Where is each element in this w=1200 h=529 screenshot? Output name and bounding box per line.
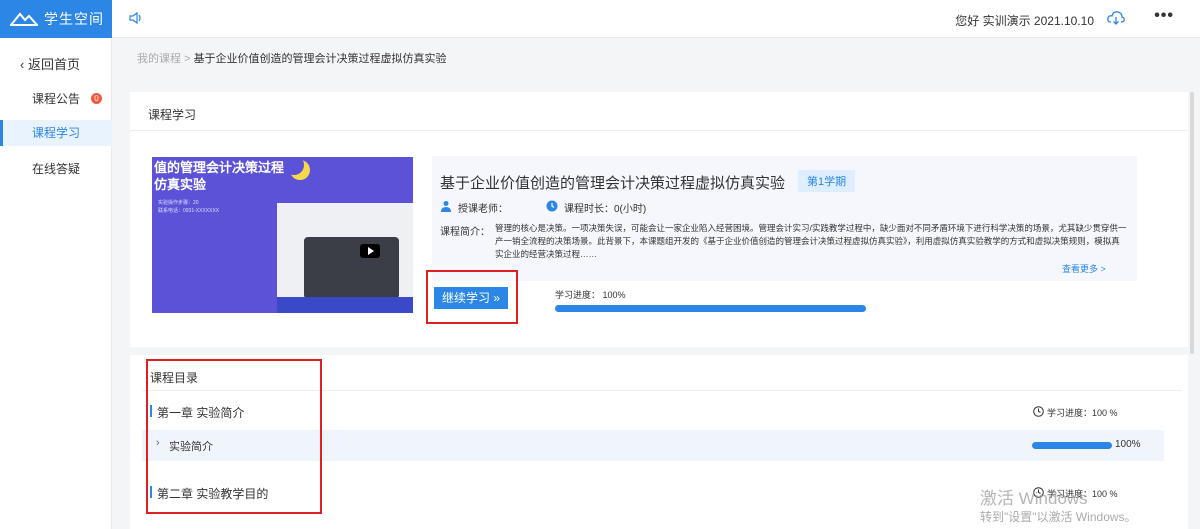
sidebar-item-online-qa[interactable]: 在线答疑 (0, 156, 112, 182)
highlight-frame: 继续学习 » (426, 270, 518, 324)
sidebar-item-label: 课程公告 (32, 92, 81, 106)
divider (130, 130, 1188, 131)
brand[interactable]: 学生空间 (0, 0, 112, 38)
cover-title: 值的管理会计决策过程 仿真实验 (154, 160, 285, 192)
progress-bar (555, 305, 866, 312)
cover-text: 实验操作步骤：20 联系电话：0931-XXXXXXX (158, 200, 220, 214)
sidebar-item-announcements[interactable]: 课程公告 0 (0, 86, 112, 112)
play-icon[interactable] (360, 244, 380, 258)
moon-icon (284, 157, 304, 175)
sidebar: ‹ 返回首页 课程公告 0 课程学习 在线答疑 (0, 38, 112, 529)
sidebar-item-course-study[interactable]: 课程学习 (0, 120, 112, 146)
speaker-icon[interactable] (128, 10, 144, 29)
activation-watermark-text: 转到"设置"以激活 Windows。 (980, 510, 1137, 524)
clock-icon (1033, 406, 1044, 419)
activation-watermark-title: 激活 Windows (980, 489, 1088, 508)
progress-label: 学习进度： 100% (555, 290, 626, 300)
progress-fill (555, 305, 866, 312)
course-info: 基于企业价值创造的管理会计决策过程虚拟仿真实验 第1学期 授课老师： 课程时长：… (432, 156, 1137, 281)
chevron-left-icon: ‹ (20, 57, 25, 72)
person-icon (440, 200, 452, 215)
sidebar-item-label: 在线答疑 (32, 162, 81, 176)
duration-label: 课程时长：0(小时) (564, 204, 647, 215)
app-name: 学生空间 (44, 11, 104, 27)
semester-badge: 第1学期 (798, 170, 856, 192)
cover-footer-band (277, 297, 413, 313)
chapter-progress: 学习进度：100 % (1033, 406, 1118, 419)
notification-badge: 0 (91, 93, 102, 104)
course-name: 基于企业价值创造的管理会计决策过程虚拟仿真实验 (440, 175, 786, 192)
course-meta: 授课老师： 课程时长：0(小时) (440, 200, 646, 215)
top-bar: 学生空间 您好 实训演示 2021.10.10 ••• (0, 0, 1200, 38)
cloud-download-icon[interactable] (1106, 8, 1126, 31)
more-icon[interactable]: ••• (1154, 7, 1174, 25)
breadcrumb-separator: > (184, 53, 191, 65)
continue-learning-button[interactable]: 继续学习 » (434, 287, 508, 309)
back-home-link[interactable]: ‹ 返回首页 (20, 54, 80, 73)
user-info: 您好 实训演示 2021.10.10 (955, 14, 1094, 28)
highlight-frame (146, 359, 322, 514)
intro-label: 课程简介： (440, 227, 490, 238)
mountain-logo-icon (8, 10, 40, 29)
course-cover-image[interactable]: 值的管理会计决策过程 仿真实验 实验操作步骤：20 联系电话：0931-XXXX… (152, 157, 413, 313)
section-title: 课程学习 (148, 108, 197, 122)
teacher-label: 授课老师： (458, 204, 508, 215)
section-progress-text: 100% (1115, 439, 1141, 450)
intro-text: 管理的核心是决策。一项决策失误，可能会让一家企业陷入经营困境。管理会计实习/实践… (495, 223, 1127, 259)
breadcrumb-my-courses[interactable]: 我的课程 (137, 53, 181, 65)
view-more-link[interactable]: 查看更多 > (1062, 262, 1106, 275)
course-card: 课程学习 值的管理会计决策过程 仿真实验 实验操作步骤：20 联系电话：0931… (130, 92, 1188, 347)
scrollbar[interactable] (1190, 92, 1194, 354)
clock-icon (546, 200, 558, 215)
calculator-illustration (304, 237, 399, 299)
breadcrumb-current: 基于企业价值创造的管理会计决策过程虚拟仿真实验 (193, 53, 447, 65)
back-home-label: 返回首页 (27, 57, 80, 72)
breadcrumb: 我的课程 > 基于企业价值创造的管理会计决策过程虚拟仿真实验 (137, 50, 447, 66)
section-progress-bar (1032, 442, 1112, 449)
sidebar-item-label: 课程学习 (32, 126, 81, 140)
